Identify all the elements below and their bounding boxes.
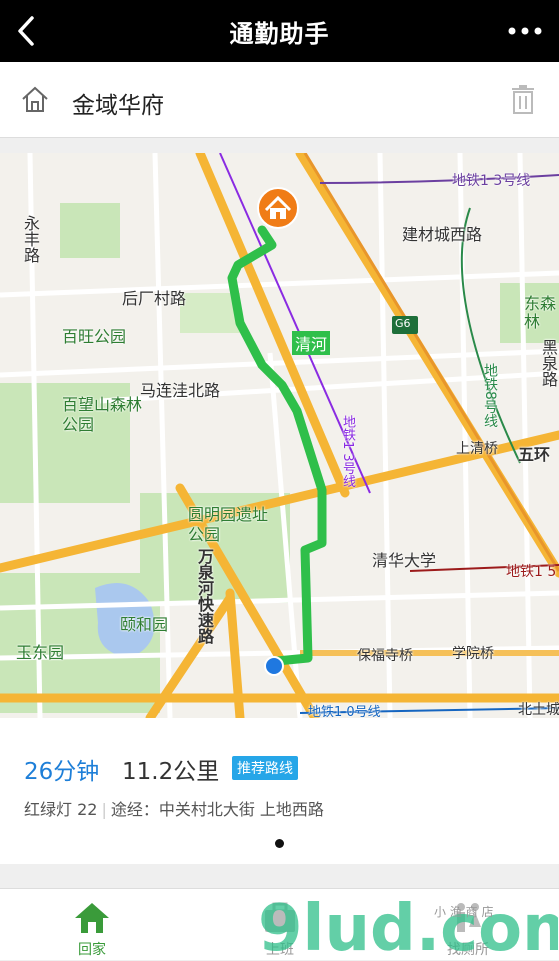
destination-bar[interactable]: 金域华府	[0, 62, 559, 138]
recommended-route-badge: 推荐路线	[232, 756, 298, 780]
map-label: 万泉河快速路	[195, 548, 214, 644]
divider: |	[101, 800, 107, 819]
map-label: 清华大学	[372, 551, 437, 570]
map-label: 清河	[292, 331, 331, 355]
route-detail: 红绿灯 22 | 途经：中关村北大街 上地西路	[24, 796, 324, 820]
home-icon	[75, 903, 109, 933]
map-label: 地铁1 3号线	[340, 415, 355, 488]
page-indicator-dot[interactable]	[275, 839, 284, 848]
title-bar: 通勤助手	[0, 0, 559, 62]
map-label: 地铁1 3号线	[452, 173, 531, 189]
map-label: 马连洼北路	[140, 381, 221, 400]
tab-toilet[interactable]: 找厕所	[398, 889, 538, 961]
map-label: 颐和园	[120, 615, 169, 634]
map-label: 百望山森林公园	[62, 395, 143, 434]
map-label: 东森林	[524, 294, 557, 331]
tab-label: 找厕所	[447, 942, 489, 958]
more-icon[interactable]	[505, 18, 545, 44]
route-distance: 11.2公里	[122, 759, 220, 785]
map-label: 建材城西路	[402, 225, 483, 244]
tab-home[interactable]: 回家	[22, 889, 162, 961]
toilet-icon	[457, 903, 481, 932]
map-label: 圆明园遗址公园	[188, 505, 269, 544]
map-label: 上清桥	[456, 441, 498, 457]
destination-name: 金域华府	[72, 93, 164, 119]
route-time: 26分钟	[24, 759, 100, 785]
map-label: 百旺公园	[62, 327, 127, 346]
route-info-card[interactable]: 26分钟 11.2公里 推荐路线 红绿灯 22 | 途经：中关村北大街 上地西路	[0, 718, 559, 864]
map-label: 北土城	[518, 702, 559, 718]
map-label: G6	[395, 317, 411, 330]
map-label: 后厂村路	[122, 289, 187, 308]
map-label: 黑泉路	[539, 339, 558, 387]
start-location-dot	[264, 656, 284, 676]
tab-work[interactable]: 上班	[210, 889, 350, 961]
home-outline-icon	[22, 86, 48, 112]
map-label: 地铁8号线	[482, 363, 498, 428]
traffic-lights-count: 红绿灯 22	[24, 800, 98, 819]
map-label: 玉东园	[16, 643, 65, 662]
route-map[interactable]: 地铁1 3号线 建材城西路 永丰路 后厂村路 百旺公园 清河 G6 东森林 黑泉…	[0, 153, 559, 718]
bottom-tab-bar: 回家 上班 找厕所	[0, 888, 559, 960]
map-label: 永丰路	[21, 215, 40, 263]
map-label: 学院桥	[452, 646, 494, 662]
map-label: 地铁1 0号线	[308, 705, 381, 718]
page-title: 通勤助手	[229, 20, 330, 48]
trash-icon[interactable]	[511, 84, 535, 114]
tab-label: 上班	[266, 942, 294, 958]
route-via: 途经：中关村北大街 上地西路	[110, 800, 324, 819]
tab-label: 回家	[78, 942, 106, 958]
map-label: 五环	[518, 445, 551, 464]
map-label: 地铁1 5	[506, 564, 557, 580]
home-destination-marker	[257, 187, 299, 229]
briefcase-icon	[265, 902, 295, 932]
map-label: 保福寺桥	[357, 648, 413, 664]
